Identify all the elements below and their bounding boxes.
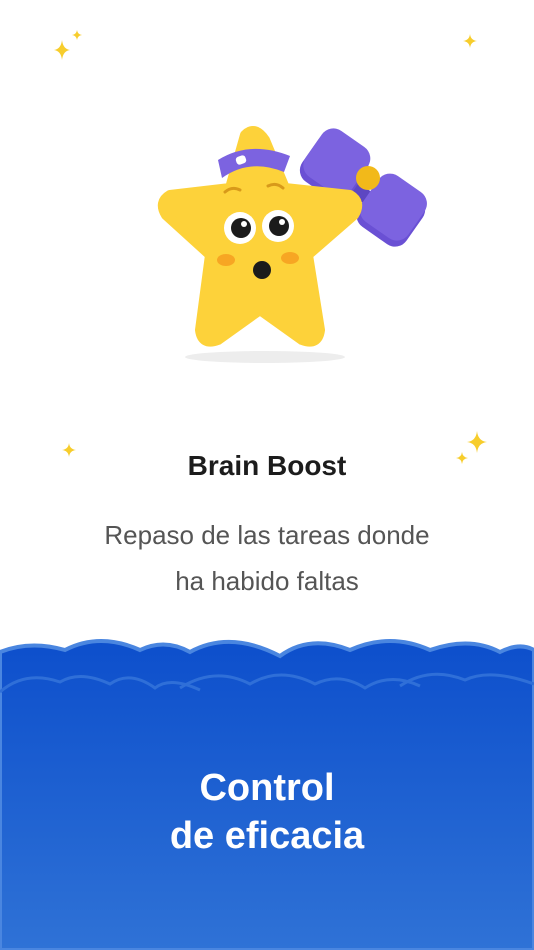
star-mascot-icon	[157, 126, 427, 363]
sparkle-icon	[463, 34, 477, 48]
footer-banner: Control de eficacia	[0, 630, 534, 950]
footer-title-line: de eficacia	[169, 815, 365, 857]
footer-title-line: Control	[199, 767, 335, 809]
description-line: Repaso de las tareas donde	[104, 520, 430, 550]
card-title: Brain Boost	[187, 450, 347, 481]
description-line: ha habido faltas	[175, 566, 359, 596]
card-description: Repaso de las tareas donde ha habido fal…	[60, 512, 474, 604]
sparkle-icon	[54, 30, 82, 60]
footer-title: Control de eficacia	[0, 764, 534, 860]
